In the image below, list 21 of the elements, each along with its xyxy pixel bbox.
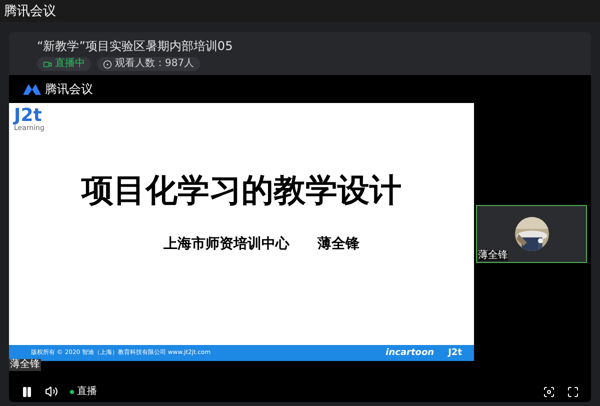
brand-name: 腾讯会议	[45, 83, 93, 95]
pause-button[interactable]	[21, 386, 33, 398]
live-badge: 直播中	[37, 57, 91, 71]
slide-subtitle: 上海市师资培训中心	[164, 234, 290, 254]
viewer-count: 观看人数：987人	[97, 57, 200, 71]
footer-logo: J2t	[448, 348, 462, 358]
participant-name: 薄全锋	[478, 251, 508, 261]
speaker-label: 薄全锋	[9, 359, 41, 371]
logo-icon	[23, 84, 41, 94]
fullscreen-button[interactable]	[567, 386, 579, 398]
live-status: 直播	[77, 386, 97, 396]
stream-title: “新教学”项目实验区暑期内部培训05	[37, 38, 234, 54]
slide-title: 项目化学习的教学设计	[82, 174, 402, 206]
window-title: 腾讯会议	[4, 4, 56, 18]
screenshot-button[interactable]	[543, 386, 555, 398]
footer-brand: incartoon	[386, 348, 434, 358]
camera-icon	[43, 60, 52, 68]
slide-author: 薄全锋	[318, 235, 360, 254]
volume-button[interactable]	[45, 385, 58, 398]
participant-tile[interactable]: 薄全锋	[476, 205, 587, 263]
slide-logo: J2t	[14, 107, 42, 125]
